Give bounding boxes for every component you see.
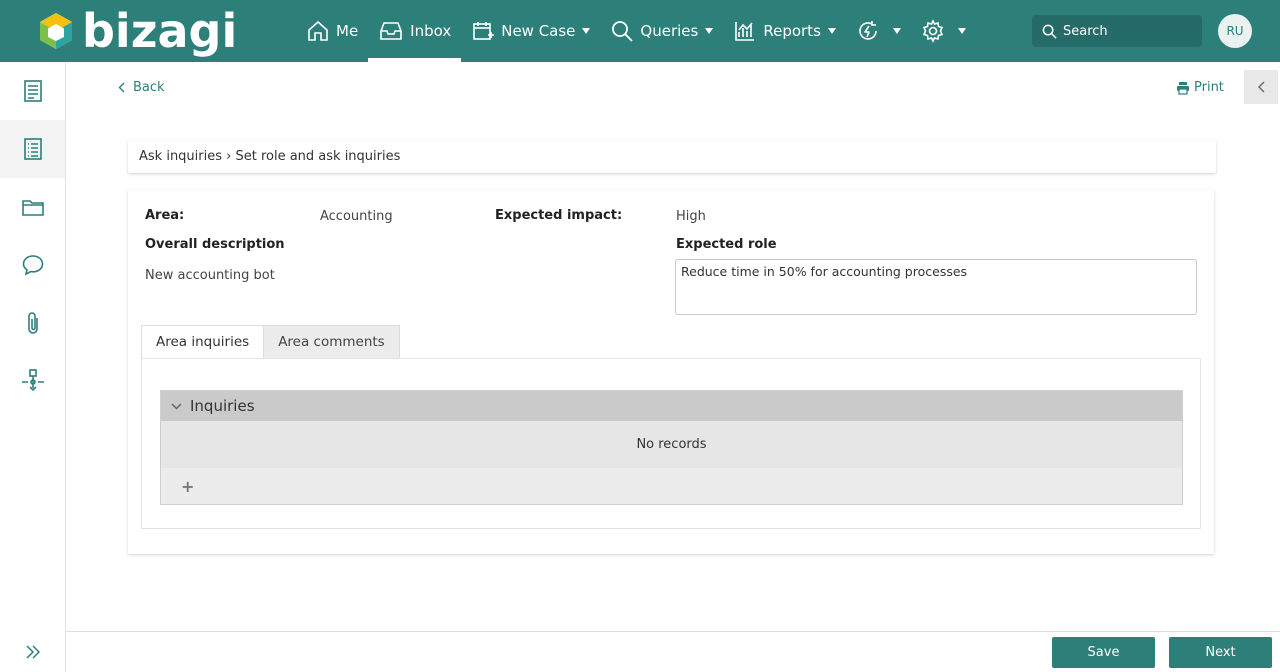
lightning-refresh-icon (859, 21, 877, 40)
nav-inbox[interactable]: Inbox (368, 0, 462, 62)
chevron-down-icon (171, 402, 182, 410)
breadcrumb: Ask inquiries › Set role and ask inquiri… (128, 141, 1216, 173)
paperclip-icon (27, 312, 38, 334)
back-label: Back (133, 80, 165, 95)
expected-impact-value: High (676, 209, 706, 224)
nav-settings[interactable] (911, 0, 976, 62)
save-button[interactable]: Save (1052, 637, 1155, 668)
inbox-icon (380, 22, 402, 40)
top-navigation-bar: bizagi Me Inbox New Case Queries Reports (0, 0, 1280, 62)
search-input[interactable] (1063, 23, 1183, 39)
printer-icon (1177, 81, 1189, 95)
double-chevron-right-icon (25, 645, 40, 659)
area-label: Area: (145, 208, 185, 223)
overall-description-value: New accounting bot (145, 268, 275, 283)
nav-new-case[interactable]: New Case (461, 0, 600, 62)
collapse-panel-button[interactable] (1244, 70, 1278, 104)
inquiries-grid-header[interactable]: Inquiries (161, 391, 1182, 421)
nav-new-case-label: New Case (501, 22, 576, 40)
search-box[interactable] (1032, 15, 1202, 47)
magnifier-icon (612, 21, 634, 42)
nav-queries[interactable]: Queries (600, 0, 723, 62)
chevron-down-icon (957, 28, 966, 34)
no-records-message: No records (161, 421, 1182, 468)
home-icon (308, 20, 328, 41)
expected-role-label: Expected role (676, 237, 777, 252)
nav-queries-label: Queries (640, 22, 699, 40)
nav-reports-label: Reports (763, 22, 821, 40)
print-label: Print (1194, 80, 1224, 95)
nav-inbox-label: Inbox (410, 22, 452, 40)
sidebar-item-comments[interactable] (0, 236, 65, 294)
list-document-icon (23, 138, 42, 160)
sidebar-item-attachments[interactable] (0, 294, 65, 352)
bizagi-wordmark: bizagi (82, 4, 238, 58)
workflow-icon (21, 369, 44, 392)
gear-icon (922, 19, 943, 43)
search-icon (1042, 24, 1057, 39)
chevron-down-icon (705, 28, 714, 34)
sidebar-item-workflow[interactable] (0, 352, 65, 410)
print-link[interactable]: Print (1176, 80, 1224, 95)
nav-me[interactable]: Me (296, 0, 368, 62)
sidebar-item-work[interactable] (0, 120, 65, 178)
chevron-left-icon (1258, 81, 1265, 93)
nav-reports[interactable]: Reports (723, 0, 846, 62)
tab-area-comments[interactable]: Area comments (264, 325, 400, 359)
chevron-down-icon (892, 28, 901, 34)
sidebar-item-folders[interactable] (0, 178, 65, 236)
back-link[interactable]: Back (118, 80, 165, 95)
chevron-left-icon (118, 82, 125, 93)
reports-chart-icon (735, 22, 755, 41)
inquiries-grid-title: Inquiries (190, 397, 255, 415)
inquiries-grid: Inquiries No records + (160, 390, 1183, 505)
main-nav: Me Inbox New Case Queries Reports (296, 0, 976, 62)
chevron-down-icon (582, 28, 591, 34)
document-icon (23, 80, 42, 102)
nav-me-label: Me (336, 22, 359, 40)
nav-automation[interactable] (846, 0, 911, 62)
chevron-down-icon (827, 28, 836, 34)
area-value: Accounting (320, 209, 393, 224)
case-form: Area: Accounting Expected impact: High O… (128, 190, 1214, 554)
expected-role-textarea[interactable]: Reduce time in 50% for accounting proces… (675, 259, 1197, 315)
chat-bubble-icon (22, 255, 43, 276)
tab-panel: Inquiries No records + (141, 358, 1201, 529)
bizagi-logo[interactable]: bizagi (38, 4, 237, 58)
expected-impact-label: Expected impact: (495, 208, 623, 223)
next-button[interactable]: Next (1169, 637, 1272, 668)
left-sidebar (0, 62, 66, 672)
bizagi-logo-icon (40, 13, 72, 49)
add-record-button[interactable]: + (181, 477, 194, 496)
new-case-icon (473, 22, 495, 40)
tab-bar: Area inquiries Area comments (141, 325, 400, 359)
overall-description-label: Overall description (145, 237, 285, 252)
tab-area-inquiries[interactable]: Area inquiries (141, 325, 265, 359)
sidebar-item-summary[interactable] (0, 62, 65, 120)
folder-icon (21, 200, 44, 216)
grid-footer: + (161, 468, 1182, 504)
sidebar-expand-button[interactable] (0, 638, 65, 666)
bottom-action-bar: Save Next (66, 631, 1280, 672)
user-avatar[interactable]: RU (1218, 14, 1252, 48)
